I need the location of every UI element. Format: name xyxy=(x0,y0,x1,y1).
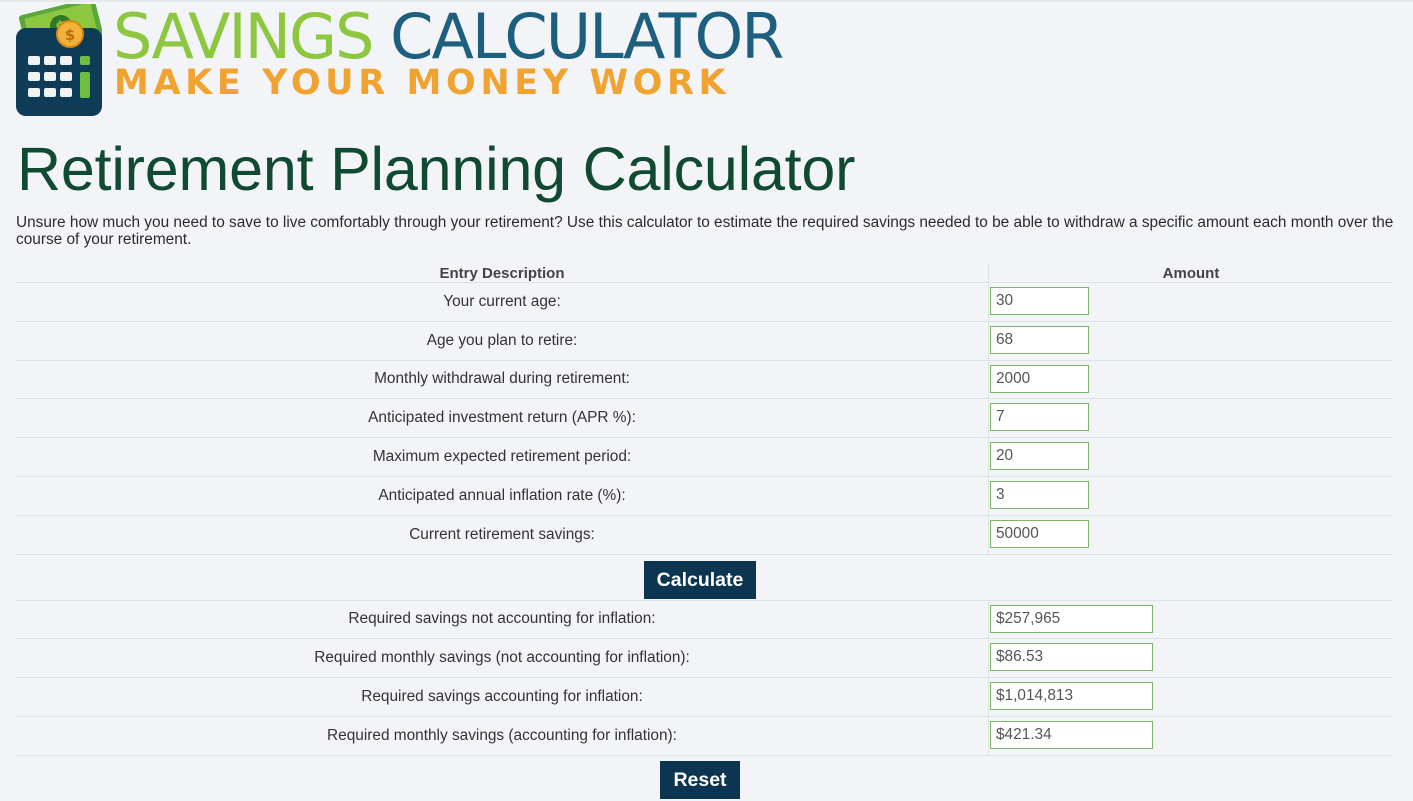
calculator-money-logo-icon: $ $ xyxy=(16,0,104,116)
table-header: Entry Description Amount xyxy=(16,264,1393,283)
header-entry-description: Entry Description xyxy=(439,264,565,282)
table-row: Anticipated annual inflation rate (%): 3 xyxy=(16,476,1393,516)
intro-text: Unsure how much you need to save to live… xyxy=(16,214,1394,248)
row-label: Your current age: xyxy=(443,292,561,310)
row-label: Required savings accounting for inflatio… xyxy=(361,688,643,706)
row-label: Maximum expected retirement period: xyxy=(372,448,632,466)
row-label: Age you plan to retire: xyxy=(426,331,578,349)
calculator-table: Entry Description Amount Your current ag… xyxy=(16,264,1393,801)
table-row: Required monthly savings (accounting for… xyxy=(16,716,1393,756)
logo-tagline: MAKE YOUR MONEY WORK xyxy=(114,63,731,103)
retire-age-input[interactable]: 68 xyxy=(990,325,1089,354)
savings-with-inflation-output[interactable]: $1,014,813 xyxy=(990,682,1153,711)
table-row: Required savings accounting for inflatio… xyxy=(16,678,1393,717)
calculate-button[interactable]: Calculate xyxy=(644,560,756,599)
row-label: Current retirement savings: xyxy=(409,525,595,543)
investment-return-input[interactable]: 7 xyxy=(990,403,1089,432)
current-age-input[interactable]: 30 xyxy=(990,287,1089,315)
site-logo-title[interactable]: SAVINGS CALCULATOR xyxy=(113,4,784,70)
table-row: Age you plan to retire: 68 xyxy=(16,321,1393,361)
table-row: Your current age: 30 xyxy=(16,283,1393,322)
reset-button[interactable]: Reset xyxy=(660,760,740,799)
retirement-period-input[interactable]: 20 xyxy=(990,442,1089,471)
table-row: Current retirement savings: 50000 xyxy=(16,515,1393,555)
row-label: Required savings not accounting for infl… xyxy=(348,610,656,628)
calculate-row: Calculate xyxy=(16,555,1393,601)
row-label: Required monthly savings (accounting for… xyxy=(327,726,677,744)
reset-row: Reset xyxy=(16,756,1393,801)
monthly-withdrawal-input[interactable]: 2000 xyxy=(990,364,1089,393)
table-row: Anticipated investment return (APR %): 7 xyxy=(16,399,1393,439)
table-row: Maximum expected retirement period: 20 xyxy=(16,438,1393,477)
table-row: Required savings not accounting for infl… xyxy=(16,600,1393,640)
row-label: Monthly withdrawal during retirement: xyxy=(374,370,630,388)
page-title: Retirement Planning Calculator xyxy=(17,135,856,203)
table-row: Required monthly savings (not accounting… xyxy=(16,639,1393,679)
header-amount: Amount xyxy=(988,264,1393,282)
svg-text:$: $ xyxy=(65,26,75,44)
savings-no-inflation-output[interactable]: $257,965 xyxy=(990,604,1153,633)
inflation-rate-input[interactable]: 3 xyxy=(990,480,1089,509)
monthly-no-inflation-output[interactable]: $86.53 xyxy=(990,643,1153,672)
row-label: Anticipated annual inflation rate (%): xyxy=(378,486,626,504)
current-savings-input[interactable]: 50000 xyxy=(990,519,1089,548)
row-label: Anticipated investment return (APR %): xyxy=(368,409,636,427)
monthly-with-inflation-output[interactable]: $421.34 xyxy=(990,720,1153,749)
row-label: Required monthly savings (not accounting… xyxy=(314,649,690,667)
table-row: Monthly withdrawal during retirement: 20… xyxy=(16,360,1393,400)
